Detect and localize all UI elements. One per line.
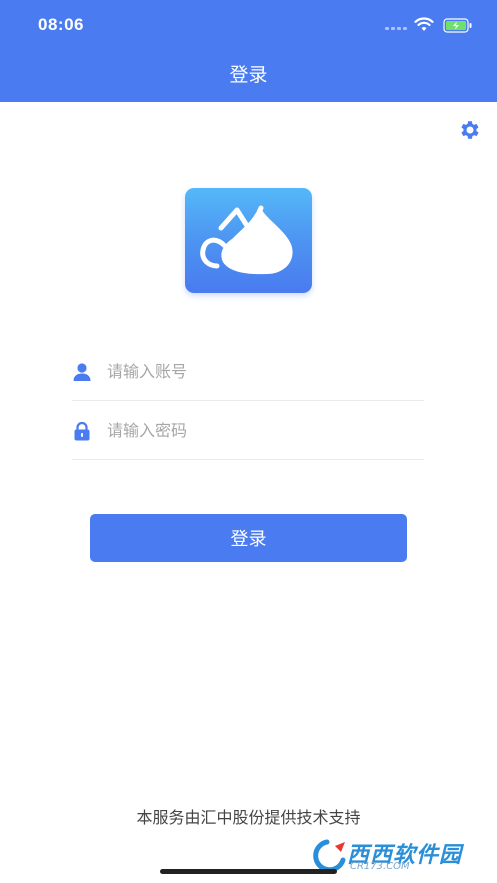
app-logo-icon (200, 205, 293, 275)
watermark-site: CR173.COM (350, 861, 410, 872)
wifi-icon (414, 17, 434, 31)
user-icon (73, 363, 91, 381)
header-bar: 08:06 登录 (0, 0, 497, 102)
status-time: 08:06 (38, 15, 84, 34)
account-input[interactable] (107, 356, 407, 386)
account-field[interactable] (72, 342, 424, 401)
cellular-signal-icon (385, 27, 407, 30)
home-indicator (160, 869, 337, 874)
lock-icon (74, 421, 90, 441)
login-button[interactable]: 登录 (90, 514, 407, 562)
battery-icon (443, 18, 472, 33)
app-logo (185, 188, 312, 293)
password-field[interactable] (72, 401, 424, 460)
status-bar: 08:06 (0, 0, 497, 50)
footer-credit: 本服务由汇中股份提供技术支持 (136, 808, 361, 827)
gear-icon[interactable] (458, 118, 482, 142)
page-title: 登录 (229, 64, 268, 86)
password-input[interactable] (107, 415, 407, 445)
